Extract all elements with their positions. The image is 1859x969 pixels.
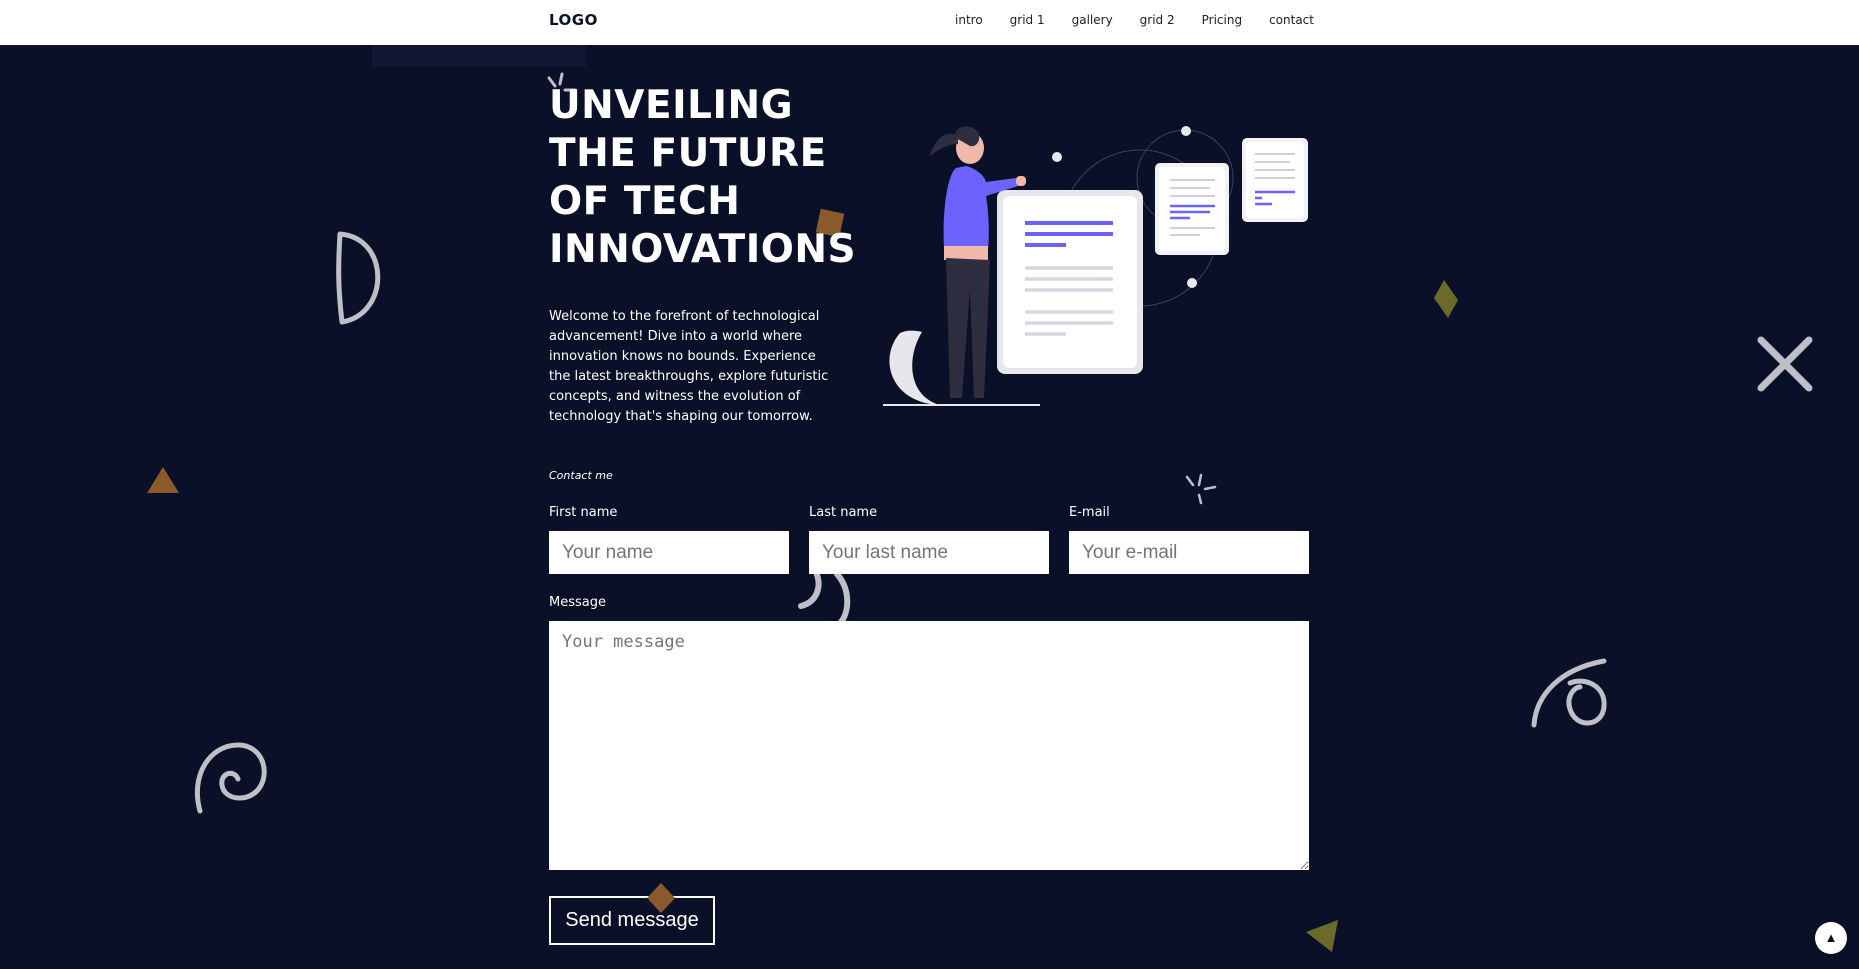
nav-link-pricing[interactable]: Pricing [1202,13,1242,27]
last-name-label: Last name [809,505,878,520]
email-input[interactable] [1069,531,1309,574]
email-label: E-mail [1069,505,1110,520]
nav-link-intro[interactable]: intro [955,13,983,27]
first-name-label: First name [549,505,618,520]
hero-description: Welcome to the forefront of technologica… [549,309,829,424]
nav-link-gallery[interactable]: gallery [1072,13,1113,27]
triangle-deco [147,467,179,493]
squiggle-deco [798,567,851,625]
first-name-input[interactable] [549,531,789,574]
curl-deco [1531,658,1607,728]
arrow-up-icon: ▲ [1824,930,1838,945]
top-nav-bar: LOGO intro grid 1 gallery grid 2 Pricing… [0,0,1859,45]
nav-link-grid-2[interactable]: grid 2 [1140,13,1175,27]
half-circle-outline-deco [336,231,381,325]
logo[interactable]: LOGO [549,11,598,29]
diamond-orange-deco [647,883,675,913]
message-textarea[interactable] [549,621,1309,870]
hero-title-line-4: INNOVATIONS [549,227,857,272]
faded-overlay-box [372,45,586,67]
message-label: Message [549,595,606,610]
hero-title-line-3: OF TECH [549,179,741,224]
send-message-button[interactable]: Send message [549,896,715,945]
contact-heading: Contact me [549,469,613,482]
sparkle-deco-2 [1185,473,1217,505]
diamond-deco [1434,280,1458,318]
hero-title: UNVEILING THE FUTURE OF TECH INNOVATIONS [549,82,889,274]
spiral-deco [194,742,267,814]
x-cross-deco [1757,336,1813,392]
hero-title-line-2: THE FUTURE [549,131,827,176]
scroll-to-top-button[interactable]: ▲ [1815,922,1847,954]
nav-link-grid-1[interactable]: grid 1 [1010,13,1045,27]
main-nav: intro grid 1 gallery grid 2 Pricing cont… [955,13,1341,27]
nav-link-contact[interactable]: contact [1269,13,1314,27]
hero-illustration [883,126,1308,406]
hero-title-line-1: UNVEILING [549,83,794,128]
last-name-input[interactable] [809,531,1049,574]
triangle-olive-deco [1306,920,1338,952]
